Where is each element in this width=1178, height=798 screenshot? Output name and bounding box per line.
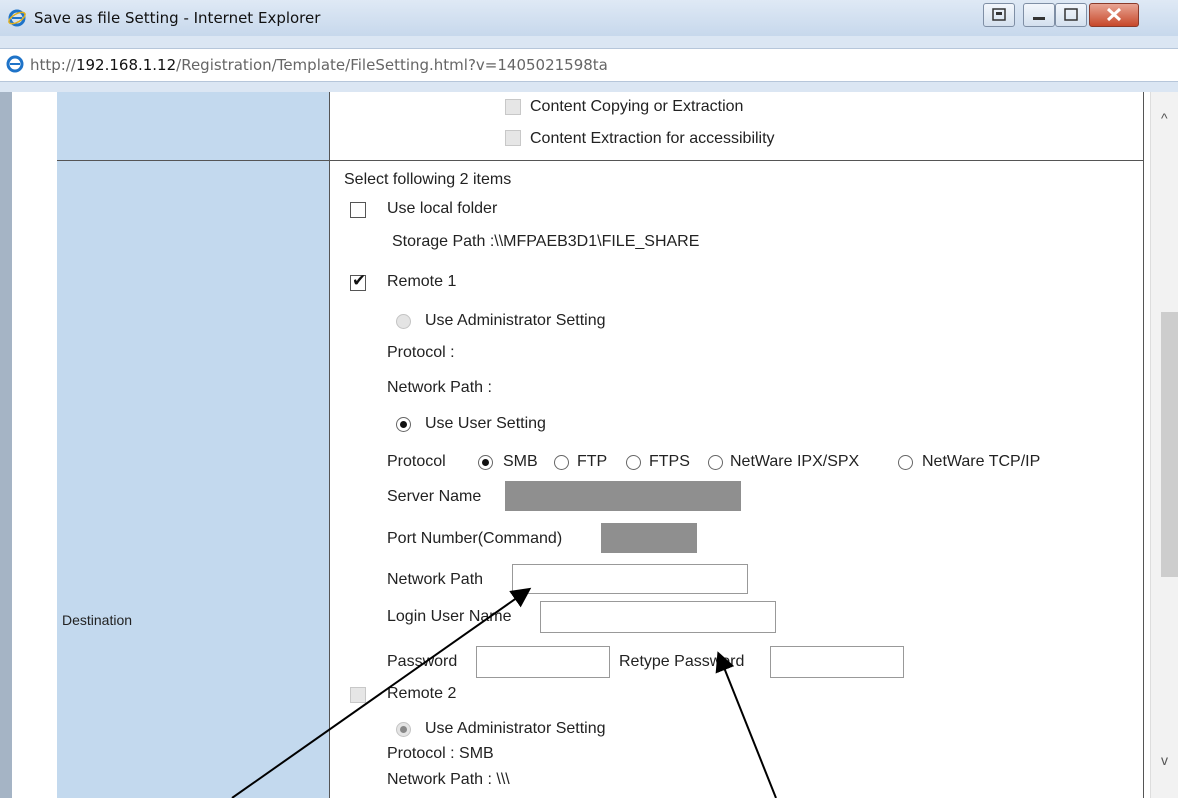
retype-password-input[interactable] bbox=[770, 646, 904, 678]
network-path-label: Network Path bbox=[387, 571, 484, 588]
maximize-button[interactable] bbox=[1055, 3, 1087, 27]
destination-label-cell: Destination bbox=[57, 161, 330, 798]
content-extraction-checkbox[interactable] bbox=[505, 130, 521, 146]
destination-value-cell: Select following 2 items Use local folde… bbox=[330, 161, 1144, 798]
remote1-user-setting-radio[interactable] bbox=[396, 417, 411, 432]
window-titlebar: Save as file Setting - Internet Explorer bbox=[0, 0, 1178, 37]
remote2-admin-setting-label: Use Administrator Setting bbox=[425, 720, 606, 737]
remote1-label: Remote 1 bbox=[387, 273, 457, 290]
remote1-checkbox[interactable]: ✔ bbox=[350, 271, 366, 291]
left-margin-column bbox=[12, 92, 58, 798]
protocol-smb-label: SMB bbox=[503, 453, 538, 470]
scrollbar-thumb[interactable] bbox=[1161, 312, 1178, 577]
maximize-icon bbox=[1064, 8, 1078, 21]
address-bar: http://192.168.1.12/Registration/Templat… bbox=[0, 36, 1178, 92]
remote1-protocol-text: Protocol : bbox=[387, 344, 455, 361]
url-text: http://192.168.1.12/Registration/Templat… bbox=[30, 56, 608, 74]
url-field[interactable]: http://192.168.1.12/Registration/Templat… bbox=[0, 48, 1178, 82]
ie-icon bbox=[8, 9, 26, 27]
destination-label: Destination bbox=[62, 612, 133, 628]
use-local-folder-checkbox[interactable] bbox=[350, 202, 366, 218]
server-name-label: Server Name bbox=[387, 488, 482, 505]
protocol-ftp-label: FTP bbox=[577, 453, 608, 470]
content-copying-checkbox[interactable] bbox=[505, 99, 521, 115]
page-content: Content Copying or Extraction Content Ex… bbox=[0, 92, 1150, 798]
remote2-admin-setting-radio[interactable] bbox=[396, 722, 411, 737]
protocol-ftps-label: FTPS bbox=[649, 453, 690, 470]
port-number-label: Port Number(Command) bbox=[387, 530, 563, 547]
use-local-folder-label: Use local folder bbox=[387, 200, 498, 217]
protocol-ftp-radio[interactable] bbox=[554, 455, 569, 470]
minimize-icon bbox=[1033, 17, 1045, 20]
login-user-name-input[interactable] bbox=[540, 601, 776, 633]
network-path-input[interactable] bbox=[512, 564, 748, 594]
server-name-input[interactable] bbox=[505, 481, 741, 511]
close-button[interactable] bbox=[1089, 3, 1139, 27]
retype-password-label: Retype Password bbox=[619, 653, 745, 670]
remote2-label: Remote 2 bbox=[387, 685, 457, 702]
content-extraction-label: Content Extraction for accessibility bbox=[530, 130, 775, 147]
radio-dot bbox=[400, 421, 407, 428]
remote1-user-setting-label: Use User Setting bbox=[425, 415, 546, 432]
remote2-network-path-text: Network Path : \\\ bbox=[387, 771, 510, 788]
protocol-smb-radio[interactable] bbox=[478, 455, 493, 470]
left-frame-edge bbox=[0, 92, 12, 798]
storage-path-text: Storage Path :\\MFPAEB3D1\FILE_SHARE bbox=[392, 233, 700, 250]
remote2-checkbox[interactable] bbox=[350, 687, 366, 703]
permissions-label-cell bbox=[57, 92, 330, 161]
port-number-input[interactable] bbox=[601, 523, 697, 553]
content-copying-label: Content Copying or Extraction bbox=[530, 98, 744, 115]
scroll-down-icon[interactable]: v bbox=[1161, 752, 1168, 768]
protocol-ipx-label: NetWare IPX/SPX bbox=[730, 453, 860, 470]
protocol-tcpip-radio[interactable] bbox=[898, 455, 913, 470]
protocol-ftps-radio[interactable] bbox=[626, 455, 641, 470]
remote1-admin-setting-label: Use Administrator Setting bbox=[425, 312, 606, 329]
radio-dot bbox=[482, 459, 489, 466]
password-label: Password bbox=[387, 653, 458, 670]
protocol-field-label: Protocol bbox=[387, 453, 446, 470]
password-input[interactable] bbox=[476, 646, 610, 678]
login-user-name-label: Login User Name bbox=[387, 608, 512, 625]
close-icon bbox=[1106, 7, 1122, 22]
permissions-value-cell: Content Copying or Extraction Content Ex… bbox=[330, 92, 1144, 161]
remote2-protocol-text: Protocol : SMB bbox=[387, 745, 494, 762]
check-icon: ✔ bbox=[352, 271, 367, 290]
protocol-ipx-radio[interactable] bbox=[708, 455, 723, 470]
remote1-network-path-text: Network Path : bbox=[387, 379, 492, 396]
compat-view-button[interactable] bbox=[983, 3, 1015, 27]
vertical-scrollbar[interactable]: ^ v bbox=[1150, 92, 1178, 798]
minimize-button[interactable] bbox=[1023, 3, 1055, 27]
scroll-up-icon[interactable]: ^ bbox=[1161, 110, 1168, 126]
window-title: Save as file Setting - Internet Explorer bbox=[34, 9, 321, 27]
compat-icon bbox=[992, 8, 1006, 21]
protocol-tcpip-label: NetWare TCP/IP bbox=[922, 453, 1041, 470]
page-icon bbox=[6, 55, 24, 73]
radio-dot bbox=[400, 726, 407, 733]
remote1-admin-setting-radio[interactable] bbox=[396, 314, 411, 329]
select-hint: Select following 2 items bbox=[344, 171, 512, 188]
